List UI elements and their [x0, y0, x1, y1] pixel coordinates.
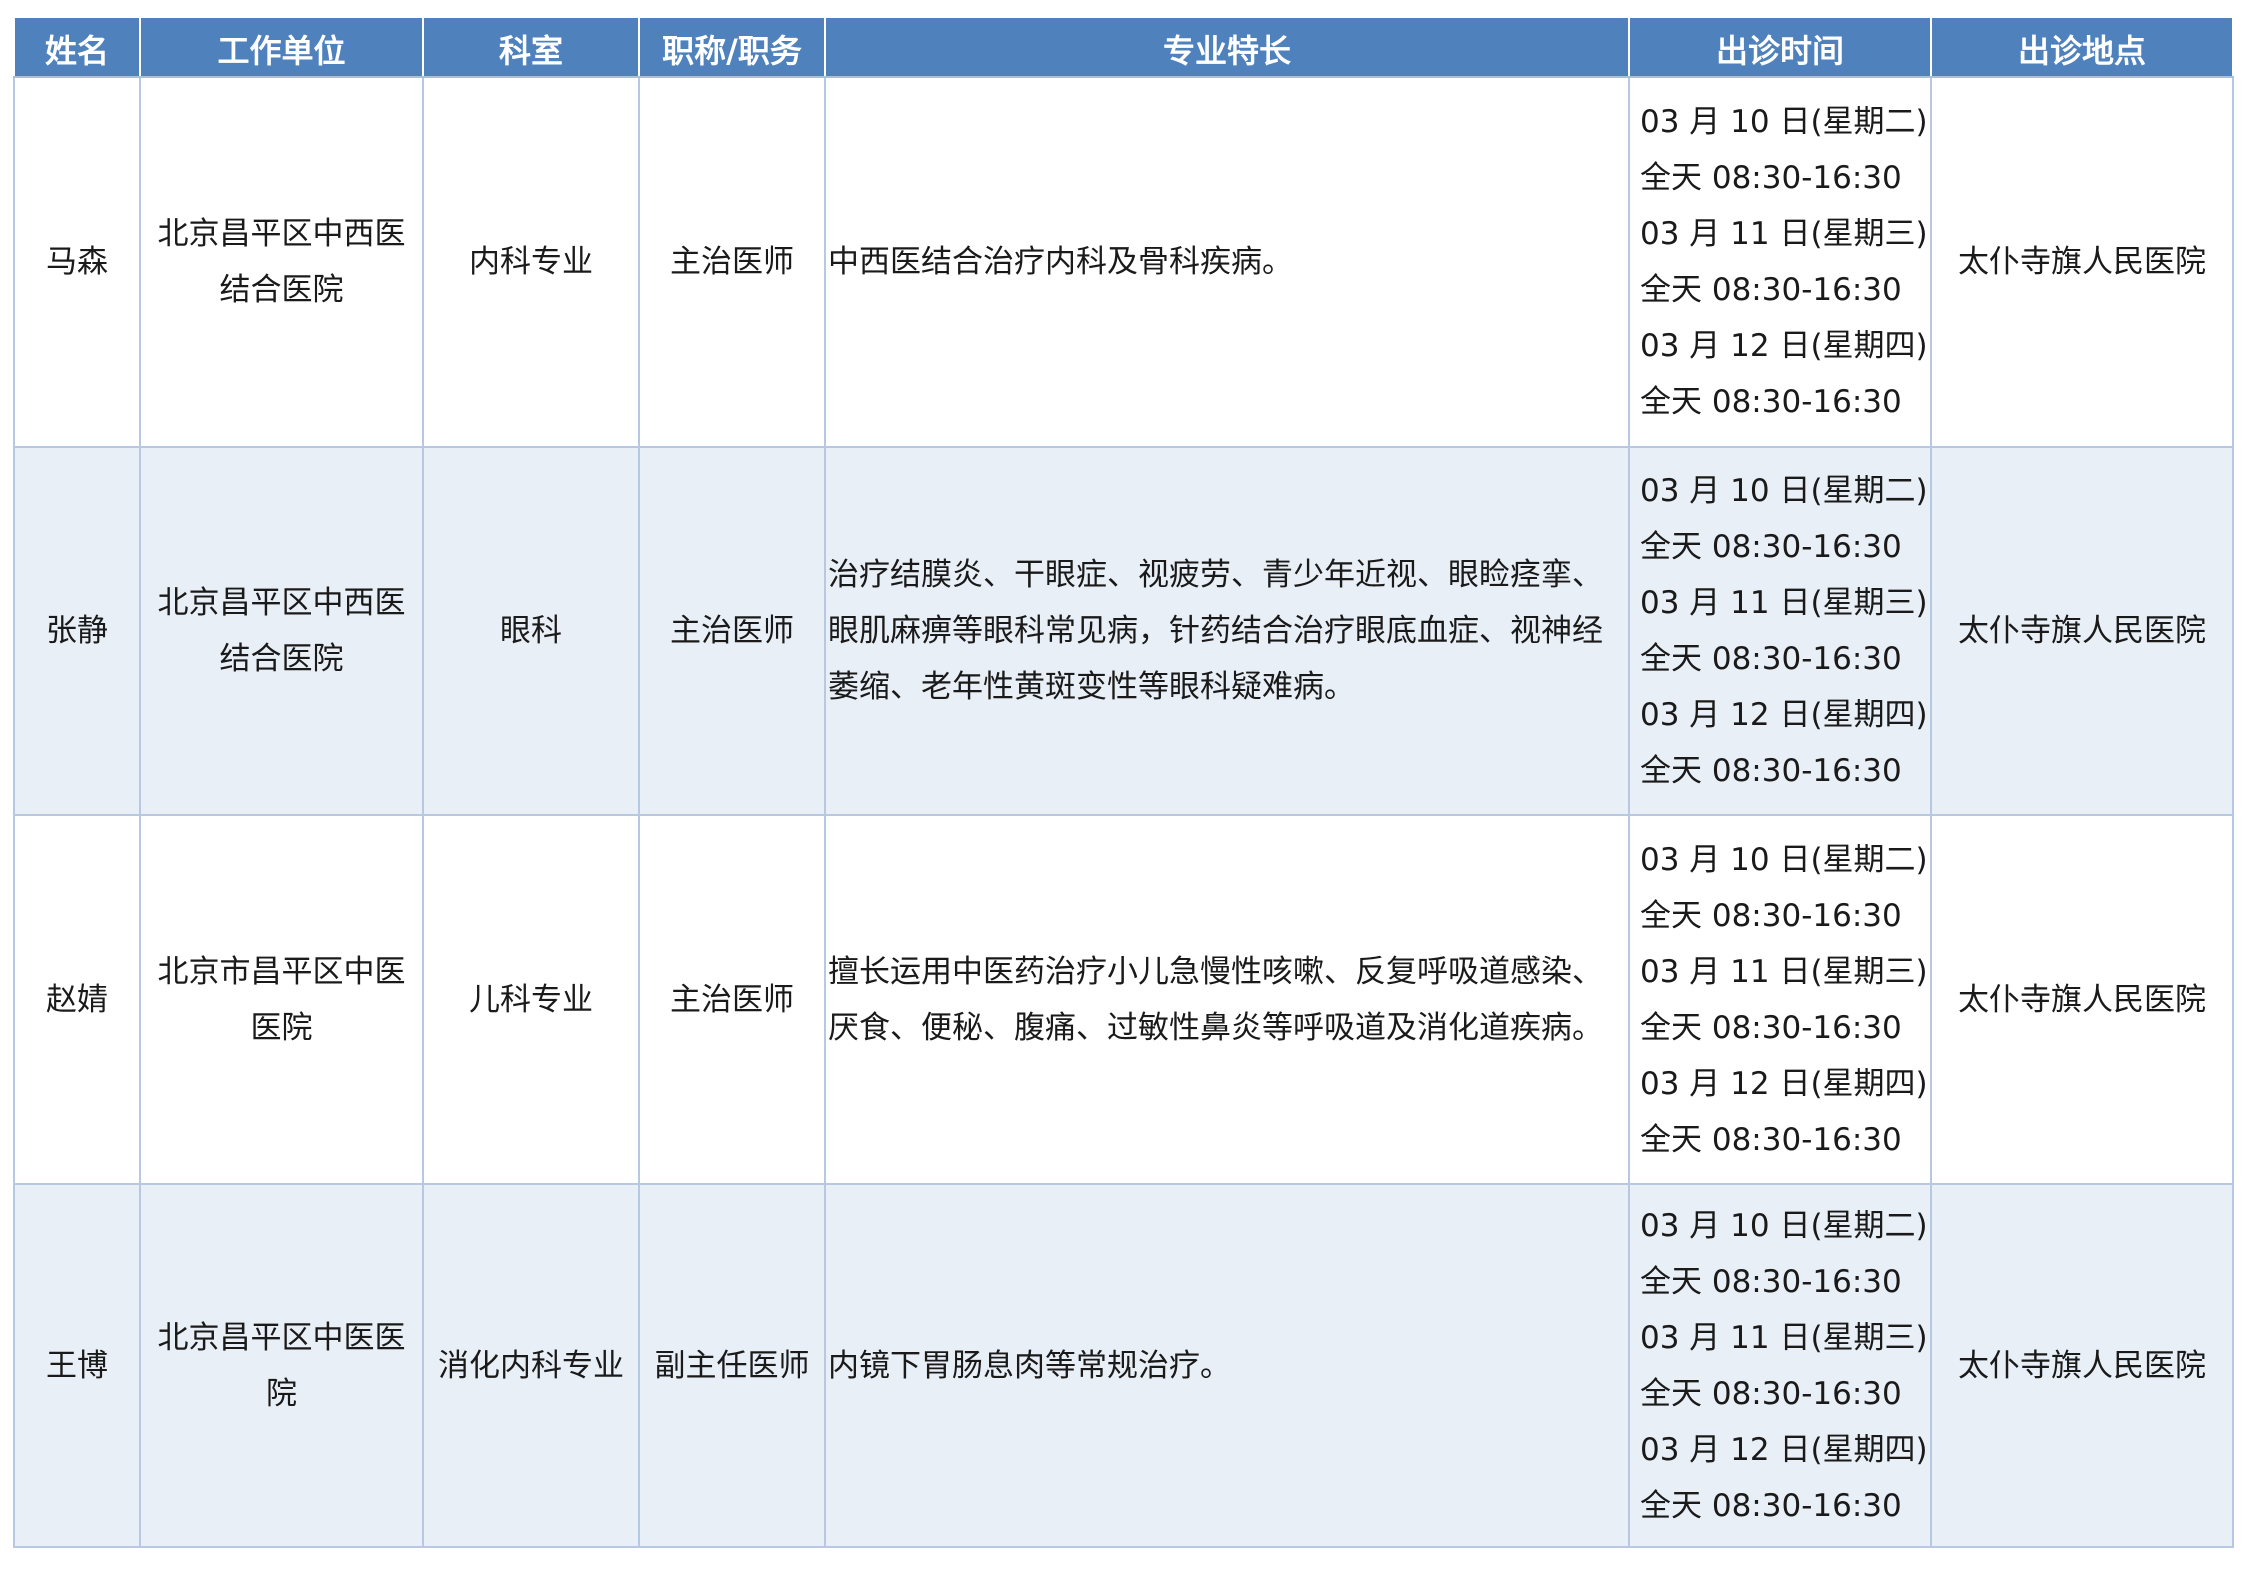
time-line: 全天 08:30-16:30 — [1640, 384, 1902, 420]
time-line: 03 月 12 日(星期四) — [1640, 1065, 1928, 1102]
time-line: 全天 08:30-16:30 — [1640, 272, 1902, 308]
cell-time: 03 月 10 日(星期二) 全天 08:30-16:30 03 月 11 日(… — [1628, 1183, 1932, 1548]
time-line: 03 月 11 日(星期三) — [1640, 1319, 1928, 1356]
time-line: 全天 08:30-16:30 — [1640, 753, 1902, 789]
cell-dept: 消化内科专业 — [422, 1183, 640, 1548]
cell-place: 太仆寺旗人民医院 — [1930, 76, 2234, 448]
header-specialty: 专业特长 — [824, 16, 1630, 78]
table-row: 马森 北京昌平区中西医结合医院 内科专业 主治医师 中西医结合治疗内科及骨科疾病… — [13, 76, 2234, 448]
header-name: 姓名 — [13, 16, 141, 78]
table-body: 马森 北京昌平区中西医结合医院 内科专业 主治医师 中西医结合治疗内科及骨科疾病… — [13, 76, 2234, 1548]
cell-dept: 儿科专业 — [422, 814, 640, 1185]
time-line: 全天 08:30-16:30 — [1640, 1263, 1902, 1300]
cell-name: 赵婧 — [13, 814, 141, 1185]
cell-title: 副主任医师 — [638, 1183, 826, 1548]
table-row: 张静 北京昌平区中西医结合医院 眼科 主治医师 治疗结膜炎、干眼症、视疲劳、青少… — [13, 446, 2234, 816]
header-row: 姓名 工作单位 科室 职称/职务 专业特长 出诊时间 出诊地点 — [13, 16, 2234, 78]
time-line: 全天 08:30-16:30 — [1640, 1009, 1902, 1046]
cell-title: 主治医师 — [638, 76, 826, 448]
time-line: 全天 08:30-16:30 — [1640, 529, 1902, 565]
time-line: 03 月 11 日(星期三) — [1640, 953, 1928, 990]
cell-dept: 内科专业 — [422, 76, 640, 448]
time-line: 03 月 12 日(星期四) — [1640, 697, 1928, 733]
cell-specialty: 中西医结合治疗内科及骨科疾病。 — [824, 76, 1630, 448]
cell-name: 张静 — [13, 446, 141, 816]
cell-time: 03 月 10 日(星期二) 全天 08:30-16:30 03 月 11 日(… — [1628, 446, 1932, 816]
table-row: 赵婧 北京市昌平区中医医院 儿科专业 主治医师 擅长运用中医药治疗小儿急慢性咳嗽… — [13, 814, 2234, 1185]
cell-time: 03 月 10 日(星期二) 全天 08:30-16:30 03 月 11 日(… — [1628, 76, 1932, 448]
time-line: 全天 08:30-16:30 — [1640, 1375, 1902, 1412]
cell-unit: 北京昌平区中医医院 — [139, 1183, 424, 1548]
table-header: 姓名 工作单位 科室 职称/职务 专业特长 出诊时间 出诊地点 — [13, 16, 2234, 78]
cell-specialty: 擅长运用中医药治疗小儿急慢性咳嗽、反复呼吸道感染、厌食、便秘、腹痛、过敏性鼻炎等… — [824, 814, 1630, 1185]
time-line: 全天 08:30-16:30 — [1640, 897, 1902, 934]
cell-title: 主治医师 — [638, 446, 826, 816]
time-line: 03 月 12 日(星期四) — [1640, 328, 1928, 364]
time-line: 03 月 10 日(星期二) — [1640, 1207, 1928, 1244]
time-line: 全天 08:30-16:30 — [1640, 160, 1902, 196]
cell-place: 太仆寺旗人民医院 — [1930, 814, 2234, 1185]
time-line: 03 月 11 日(星期三) — [1640, 216, 1928, 252]
cell-unit: 北京市昌平区中医医院 — [139, 814, 424, 1185]
cell-time: 03 月 10 日(星期二) 全天 08:30-16:30 03 月 11 日(… — [1628, 814, 1932, 1185]
cell-title: 主治医师 — [638, 814, 826, 1185]
cell-unit: 北京昌平区中西医结合医院 — [139, 446, 424, 816]
time-line: 03 月 10 日(星期二) — [1640, 473, 1928, 509]
doctor-schedule-table-wrap: 姓名 工作单位 科室 职称/职务 专业特长 出诊时间 出诊地点 马森 北京昌平区… — [13, 16, 2234, 1548]
time-line: 全天 08:30-16:30 — [1640, 641, 1902, 677]
time-line: 03 月 12 日(星期四) — [1640, 1431, 1928, 1468]
time-line: 03 月 11 日(星期三) — [1640, 585, 1928, 621]
cell-place: 太仆寺旗人民医院 — [1930, 446, 2234, 816]
doctor-schedule-table: 姓名 工作单位 科室 职称/职务 专业特长 出诊时间 出诊地点 马森 北京昌平区… — [13, 16, 2234, 1548]
cell-dept: 眼科 — [422, 446, 640, 816]
cell-name: 马森 — [13, 76, 141, 448]
header-unit: 工作单位 — [139, 16, 424, 78]
cell-name: 王博 — [13, 1183, 141, 1548]
header-place: 出诊地点 — [1930, 16, 2234, 78]
header-title: 职称/职务 — [638, 16, 826, 78]
time-line: 全天 08:30-16:30 — [1640, 1121, 1902, 1158]
cell-place: 太仆寺旗人民医院 — [1930, 1183, 2234, 1548]
cell-specialty: 治疗结膜炎、干眼症、视疲劳、青少年近视、眼睑痉挛、眼肌麻痹等眼科常见病，针药结合… — [824, 446, 1630, 816]
time-line: 03 月 10 日(星期二) — [1640, 104, 1928, 140]
cell-unit: 北京昌平区中西医结合医院 — [139, 76, 424, 448]
table-row: 王博 北京昌平区中医医院 消化内科专业 副主任医师 内镜下胃肠息肉等常规治疗。 … — [13, 1183, 2234, 1548]
time-line: 03 月 10 日(星期二) — [1640, 841, 1928, 878]
header-time: 出诊时间 — [1628, 16, 1932, 78]
cell-specialty: 内镜下胃肠息肉等常规治疗。 — [824, 1183, 1630, 1548]
header-dept: 科室 — [422, 16, 640, 78]
time-line: 全天 08:30-16:30 — [1640, 1487, 1902, 1524]
